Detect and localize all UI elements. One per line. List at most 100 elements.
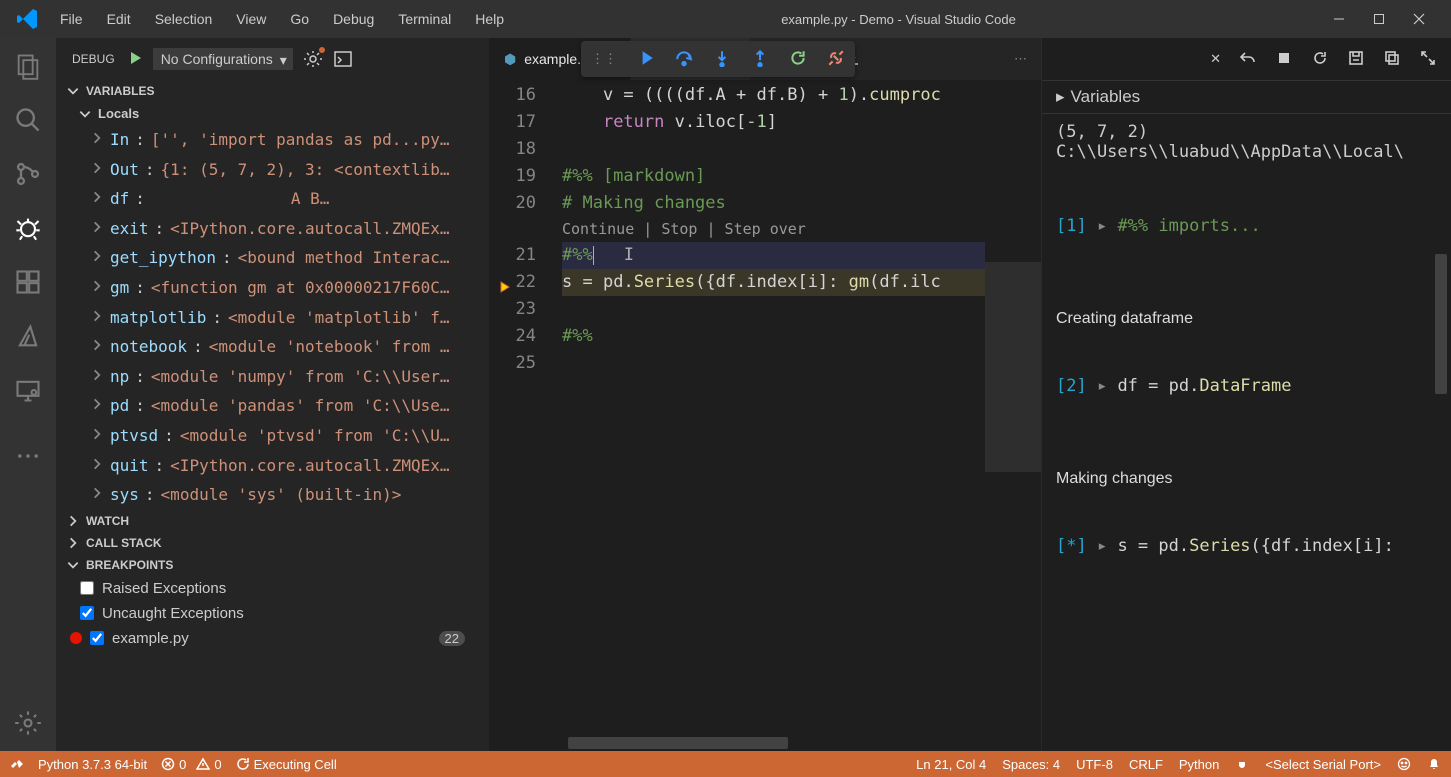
- close-icon[interactable]: [1411, 11, 1427, 27]
- var-row[interactable]: matplotlib:<module 'matplotlib' f…: [56, 303, 489, 333]
- start-debug-icon[interactable]: [127, 50, 143, 69]
- var-row[interactable]: exit:<IPython.core.autocall.ZMQEx…: [56, 214, 489, 244]
- var-row[interactable]: get_ipython:<bound method Interac…: [56, 243, 489, 273]
- restart-icon[interactable]: [789, 49, 807, 70]
- var-row[interactable]: gm:<function gm at 0x00000217F60C…: [56, 273, 489, 303]
- menu-terminal[interactable]: Terminal: [386, 3, 463, 35]
- activitybar: [0, 38, 56, 751]
- restart-kernel-icon[interactable]: [1311, 49, 1329, 70]
- step-over-icon[interactable]: [675, 49, 693, 70]
- breakpoint-line-badge: 22: [439, 631, 465, 646]
- remote-status-icon[interactable]: [10, 757, 24, 771]
- explorer-icon[interactable]: [14, 52, 42, 80]
- var-row[interactable]: ptvsd:<module 'ptvsd' from 'C:\\U…: [56, 421, 489, 451]
- menu-file[interactable]: File: [48, 3, 95, 35]
- step-into-icon[interactable]: [713, 49, 731, 70]
- interactive-variables-header[interactable]: ▸ Variables: [1042, 80, 1451, 114]
- menu-selection[interactable]: Selection: [143, 3, 225, 35]
- status-serial-port[interactable]: <Select Serial Port>: [1265, 757, 1381, 772]
- chevron-down-icon: ▾: [280, 52, 287, 69]
- bell-icon[interactable]: [1427, 757, 1441, 771]
- var-row[interactable]: df:A B…: [56, 184, 489, 214]
- status-executing[interactable]: Executing Cell: [236, 757, 337, 772]
- menu-help[interactable]: Help: [463, 3, 516, 35]
- menu-go[interactable]: Go: [278, 3, 321, 35]
- chevron-down-icon: [66, 84, 80, 98]
- status-python[interactable]: Python 3.7.3 64-bit: [38, 757, 147, 772]
- gear-icon[interactable]: [303, 49, 323, 69]
- breakpoint-uncaught[interactable]: Uncaught Exceptions: [56, 601, 489, 626]
- chevron-right-icon: [90, 245, 104, 259]
- debug-console-icon[interactable]: [333, 49, 353, 69]
- interactive-cell[interactable]: [2] ▸ df = pd.DataFrame: [1042, 358, 1451, 414]
- search-icon[interactable]: [14, 106, 42, 134]
- vscode-logo-icon: [16, 7, 40, 31]
- status-lang[interactable]: Python: [1179, 757, 1219, 772]
- horizontal-scrollbar[interactable]: [568, 737, 985, 749]
- var-row[interactable]: pd:<module 'pandas' from 'C:\\Use…: [56, 391, 489, 421]
- plug-icon[interactable]: [1235, 757, 1249, 771]
- watch-section[interactable]: WATCH: [56, 510, 489, 532]
- remote-icon[interactable]: [14, 376, 42, 404]
- settings-gear-icon[interactable]: [14, 709, 42, 737]
- debug-config-select[interactable]: No Configurations ▾: [153, 48, 293, 70]
- breakpoint-raised[interactable]: Raised Exceptions: [56, 576, 489, 601]
- debug-toolbar[interactable]: ⋮⋮: [581, 41, 855, 77]
- expand-icon[interactable]: [1419, 49, 1437, 70]
- status-lncol[interactable]: Ln 21, Col 4: [916, 757, 986, 772]
- var-row[interactable]: quit:<IPython.core.autocall.ZMQEx…: [56, 451, 489, 481]
- window-controls: [1331, 11, 1443, 27]
- breakpoints-section[interactable]: BREAKPOINTS: [56, 554, 489, 576]
- status-problems[interactable]: 0 0: [161, 757, 221, 772]
- interactive-cell[interactable]: [*] ▸ s = pd.Series({df.index[i]:: [1042, 518, 1451, 574]
- text-cursor: [593, 246, 594, 265]
- maximize-icon[interactable]: [1371, 11, 1387, 27]
- var-row[interactable]: Out:{1: (5, 7, 2), 3: <contextlib…: [56, 155, 489, 185]
- feedback-icon[interactable]: [1397, 757, 1411, 771]
- copy-icon[interactable]: [1383, 49, 1401, 70]
- minimap-slider[interactable]: [985, 262, 1041, 472]
- more-actions-icon[interactable]: ⋯: [1014, 51, 1027, 67]
- debug-icon[interactable]: [14, 214, 42, 242]
- disconnect-icon[interactable]: [827, 49, 845, 70]
- cell-heading: Making changes: [1042, 454, 1451, 498]
- checkbox[interactable]: [80, 581, 94, 595]
- extensions-icon[interactable]: [14, 268, 42, 296]
- codelens[interactable]: Continue | Stop | Step over: [562, 217, 985, 242]
- var-row[interactable]: In:['', 'import pandas as pd...py…: [56, 125, 489, 155]
- step-out-icon[interactable]: [751, 49, 769, 70]
- status-eol[interactable]: CRLF: [1129, 757, 1163, 772]
- statusbar: Python 3.7.3 64-bit 0 0 Executing Cell L…: [0, 751, 1451, 777]
- editor-body[interactable]: 16 17 18 19 20 21 22 23 24 25 v = ((((df…: [490, 80, 1041, 751]
- interactive-toolbar: ✕: [1042, 38, 1451, 80]
- more-icon[interactable]: [14, 442, 42, 470]
- checkbox[interactable]: [90, 631, 104, 645]
- var-row[interactable]: np:<module 'numpy' from 'C:\\User…: [56, 362, 489, 392]
- undo-icon[interactable]: [1239, 49, 1257, 70]
- save-icon[interactable]: [1347, 49, 1365, 70]
- status-encoding[interactable]: UTF-8: [1076, 757, 1113, 772]
- var-row[interactable]: notebook:<module 'notebook' from …: [56, 332, 489, 362]
- close-icon[interactable]: ✕: [1210, 51, 1221, 67]
- breakpoint-file[interactable]: example.py 22: [56, 626, 489, 651]
- menu-edit[interactable]: Edit: [95, 3, 143, 35]
- variables-section[interactable]: VARIABLES: [56, 80, 489, 102]
- minimap[interactable]: [985, 80, 1041, 751]
- checkbox[interactable]: [80, 606, 94, 620]
- interrupt-icon[interactable]: [1275, 49, 1293, 70]
- menu-debug[interactable]: Debug: [321, 3, 386, 35]
- drag-grip-icon[interactable]: ⋮⋮: [591, 51, 617, 67]
- locals-scope[interactable]: Locals: [56, 102, 489, 125]
- azure-icon[interactable]: [14, 322, 42, 350]
- minimize-icon[interactable]: [1331, 11, 1347, 27]
- var-row[interactable]: sys:<module 'sys' (built-in)>: [56, 480, 489, 510]
- menu-view[interactable]: View: [224, 3, 278, 35]
- continue-icon[interactable]: [637, 49, 655, 70]
- callstack-section[interactable]: CALL STACK: [56, 532, 489, 554]
- source-control-icon[interactable]: [14, 160, 42, 188]
- interactive-cell[interactable]: [1] ▸ #%% imports...: [1042, 198, 1451, 254]
- scrollbar[interactable]: [1435, 84, 1447, 584]
- status-spaces[interactable]: Spaces: 4: [1002, 757, 1060, 772]
- code[interactable]: v = ((((df.A + df.B) + 1).cumproc return…: [562, 80, 985, 751]
- python-file-icon: ⬢: [504, 51, 516, 68]
